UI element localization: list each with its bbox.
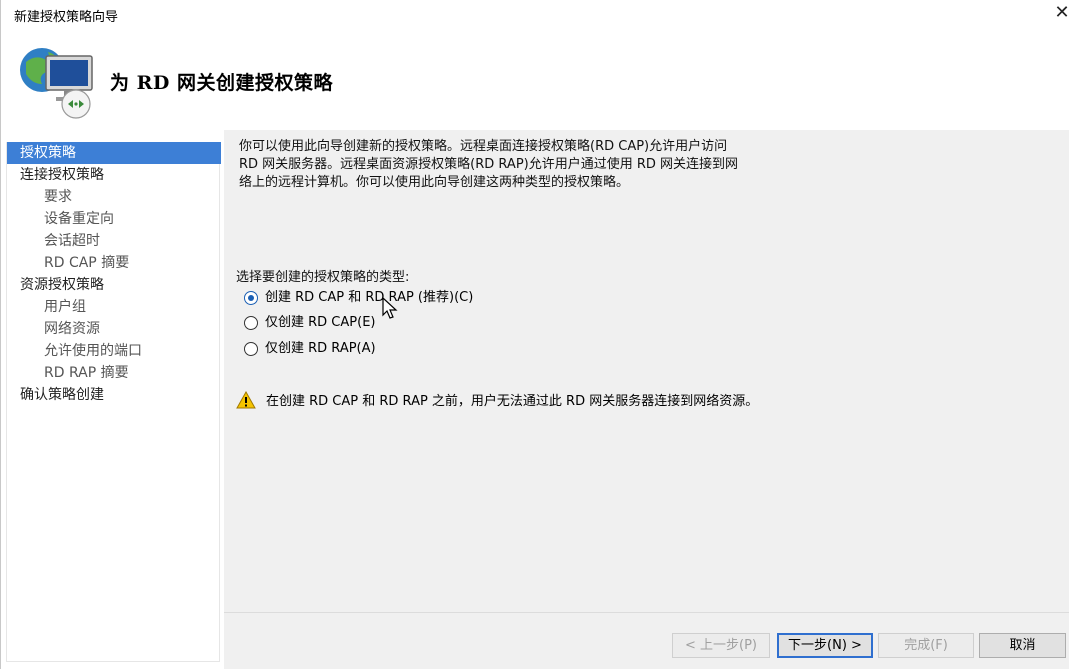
nav-item-confirm-creation: 确认策略创建	[20, 387, 104, 403]
wizard-content: 你可以使用此向导创建新的授权策略。远程桌面连接授权策略(RD CAP)允许用户访…	[224, 130, 1069, 612]
window-title: 新建授权策略向导	[14, 10, 119, 25]
nav-item-authorization-policy: 授权策略	[7, 142, 221, 164]
nav-item-user-groups: 用户组	[44, 299, 86, 315]
warning-text: 在创建 RD CAP 和 RD RAP 之前，用户无法通过此 RD 网关服务器连…	[266, 394, 759, 409]
nav-item-device-redirection: 设备重定向	[44, 211, 114, 227]
intro-line: RD 网关服务器。远程桌面资源授权策略(RD RAP)允许用户通过使用 RD 网…	[239, 157, 739, 172]
intro-line: 络上的远程计算机。你可以使用此向导创建这两种类型的授权策略。	[239, 175, 630, 190]
back-button[interactable]: < 上一步(P)	[672, 633, 770, 658]
nav-item-rd-rap-summary: RD RAP 摘要	[44, 365, 129, 381]
page-heading: 为 RD 网关创建授权策略	[110, 72, 333, 94]
intro-text: 你可以使用此向导创建新的授权策略。远程桌面连接授权策略(RD CAP)允许用户访…	[239, 138, 859, 192]
wizard-header: 为 RD 网关创建授权策略	[1, 30, 1080, 130]
option-label[interactable]: 创建 RD CAP 和 RD RAP (推荐)(C)	[265, 288, 473, 308]
nav-item-network-resources: 网络资源	[44, 321, 100, 337]
nav-item-rd-cap-summary: RD CAP 摘要	[44, 255, 130, 271]
radio-button[interactable]	[244, 316, 258, 330]
wizard-window: 新建授权策略向导 ✕ 为 RD 网关创建授权策略 授权策略 连接授权策略 要求 …	[0, 0, 1080, 669]
warning-message: 在创建 RD CAP 和 RD RAP 之前，用户无法通过此 RD 网关服务器连…	[236, 390, 758, 409]
cancel-button[interactable]: 取消	[979, 633, 1066, 658]
intro-line: 你可以使用此向导创建新的授权策略。远程桌面连接授权策略(RD CAP)允许用户访…	[239, 139, 728, 154]
nav-item-connection-policy: 连接授权策略	[20, 167, 104, 183]
option-create-cap-only[interactable]: 仅创建 RD CAP(E)	[244, 313, 375, 333]
option-label[interactable]: 仅创建 RD RAP(A)	[265, 339, 376, 359]
nav-item-resource-policy: 资源授权策略	[20, 277, 104, 293]
warning-icon	[236, 390, 256, 408]
wizard-steps-nav: 授权策略 连接授权策略 要求 设备重定向 会话超时 RD CAP 摘要 资源授权…	[6, 142, 221, 662]
next-button[interactable]: 下一步(N) >	[777, 633, 873, 658]
finish-button[interactable]: 完成(F)	[878, 633, 974, 658]
title-bar: 新建授权策略向导 ✕	[1, 0, 1080, 30]
nav-item-requirements: 要求	[44, 189, 72, 205]
close-icon[interactable]: ✕	[1051, 2, 1073, 24]
network-computer-remote-icon	[20, 48, 93, 119]
option-create-cap-and-rap[interactable]: 创建 RD CAP 和 RD RAP (推荐)(C)	[244, 288, 473, 308]
nav-item-allowed-ports: 允许使用的端口	[44, 343, 142, 359]
window-edge	[1069, 130, 1080, 669]
nav-item-session-timeout: 会话超时	[44, 233, 100, 249]
wizard-footer: < 上一步(P) 下一步(N) > 完成(F) 取消	[224, 612, 1069, 669]
option-label[interactable]: 仅创建 RD CAP(E)	[265, 313, 375, 333]
radio-button[interactable]	[244, 342, 258, 356]
mouse-cursor-icon	[382, 297, 398, 319]
option-create-rap-only[interactable]: 仅创建 RD RAP(A)	[244, 339, 376, 359]
policy-type-prompt: 选择要创建的授权策略的类型:	[236, 270, 410, 285]
radio-button-checked[interactable]	[244, 291, 258, 305]
